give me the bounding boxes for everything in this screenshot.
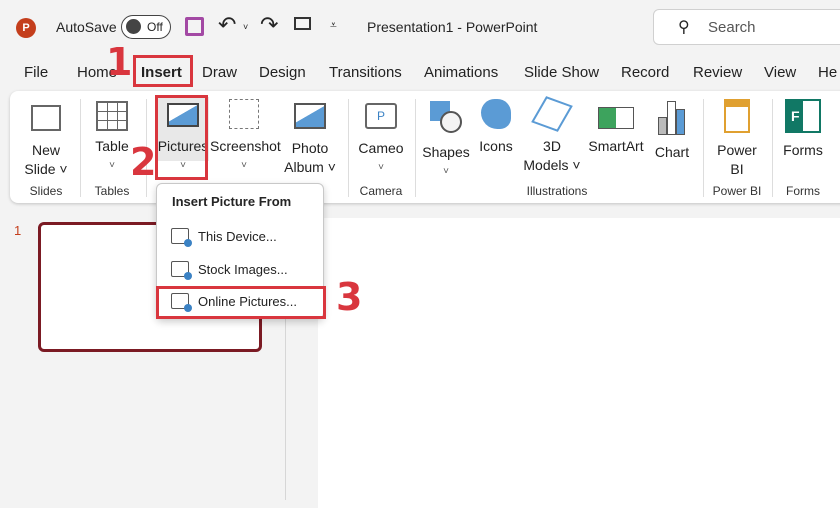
chart-icon <box>654 99 690 135</box>
power-bi-icon <box>724 99 750 133</box>
device-icon <box>171 228 192 247</box>
stock-images-icon <box>171 261 192 280</box>
menu-item-this-device[interactable]: This Device... <box>171 228 277 247</box>
autosave-state: Off <box>147 20 163 34</box>
new-slide-button[interactable]: New Slide ˅ <box>22 99 70 179</box>
customize-toolbar-icon[interactable]: ⩡ <box>330 18 337 33</box>
search-box[interactable]: ⚲ Search <box>653 9 840 45</box>
table-icon <box>96 101 128 131</box>
menu-item-stock-images[interactable]: Stock Images... <box>171 261 288 280</box>
search-placeholder: Search <box>708 19 756 36</box>
tab-view[interactable]: View <box>764 64 796 81</box>
undo-dropdown-icon[interactable]: ˅ <box>243 22 248 32</box>
window-title: Presentation1 - PowerPoint <box>367 19 538 35</box>
search-icon: ⚲ <box>678 19 690 36</box>
autosave-toggle[interactable]: Off <box>121 15 171 39</box>
icons-button[interactable]: Icons <box>474 99 518 156</box>
tab-transitions[interactable]: Transitions <box>329 64 402 81</box>
forms-button[interactable]: F Forms <box>778 99 828 160</box>
group-tables: Tables <box>94 184 130 198</box>
table-button[interactable]: Table ˅ <box>90 99 134 175</box>
tab-design[interactable]: Design <box>259 64 306 81</box>
cameo-icon: P <box>365 103 397 129</box>
smartart-icon <box>598 107 634 129</box>
slide-canvas[interactable] <box>318 218 840 508</box>
icons-icon <box>481 99 511 129</box>
shapes-button[interactable]: Shapes ˅ <box>420 99 472 181</box>
group-power-bi: Power BI <box>712 184 762 198</box>
forms-icon: F <box>785 99 821 133</box>
tab-record[interactable]: Record <box>621 64 669 81</box>
highlight-pictures-button <box>155 95 208 180</box>
tab-slide-show[interactable]: Slide Show <box>524 64 599 81</box>
photo-album-icon <box>294 103 326 129</box>
smartart-button[interactable]: SmartArt <box>586 99 646 156</box>
slide-number: 1 <box>14 223 22 238</box>
screenshot-button[interactable]: Screenshot ˅ <box>210 99 281 175</box>
menu-title: Insert Picture From <box>172 194 292 209</box>
present-icon[interactable] <box>294 17 311 30</box>
annotation-2: 2 <box>130 140 157 184</box>
powerpoint-logo-icon: P <box>16 18 36 38</box>
chart-button[interactable]: Chart <box>650 99 694 162</box>
new-slide-icon <box>31 105 61 131</box>
3d-models-icon <box>531 96 573 132</box>
screenshot-icon <box>229 99 259 129</box>
save-icon[interactable] <box>185 17 204 36</box>
highlight-online-pictures <box>156 286 326 319</box>
redo-icon[interactable]: ↷ <box>260 12 278 38</box>
tab-help[interactable]: He <box>818 64 837 81</box>
tab-draw[interactable]: Draw <box>202 64 237 81</box>
annotation-3: 3 <box>336 275 363 319</box>
annotation-1: 1 <box>106 40 133 84</box>
tab-file[interactable]: File <box>24 64 48 81</box>
shapes-icon <box>428 99 464 135</box>
undo-icon[interactable]: ↶ <box>218 12 236 38</box>
autosave-label: AutoSave <box>56 19 117 35</box>
highlight-insert-tab <box>133 55 193 87</box>
group-camera: Camera <box>359 184 403 198</box>
cameo-button[interactable]: P Cameo ˅ <box>355 99 407 177</box>
tab-animations[interactable]: Animations <box>424 64 498 81</box>
tab-review[interactable]: Review <box>693 64 742 81</box>
3d-models-button[interactable]: 3D Models ˅ <box>522 96 582 175</box>
photo-album-button[interactable]: Photo Album ˅ <box>280 99 340 177</box>
group-slides: Slides <box>29 184 63 198</box>
group-forms: Forms <box>786 184 820 198</box>
power-bi-button[interactable]: Power BI <box>710 99 764 179</box>
toggle-knob <box>126 19 141 34</box>
group-illustrations: Illustrations <box>526 184 588 198</box>
